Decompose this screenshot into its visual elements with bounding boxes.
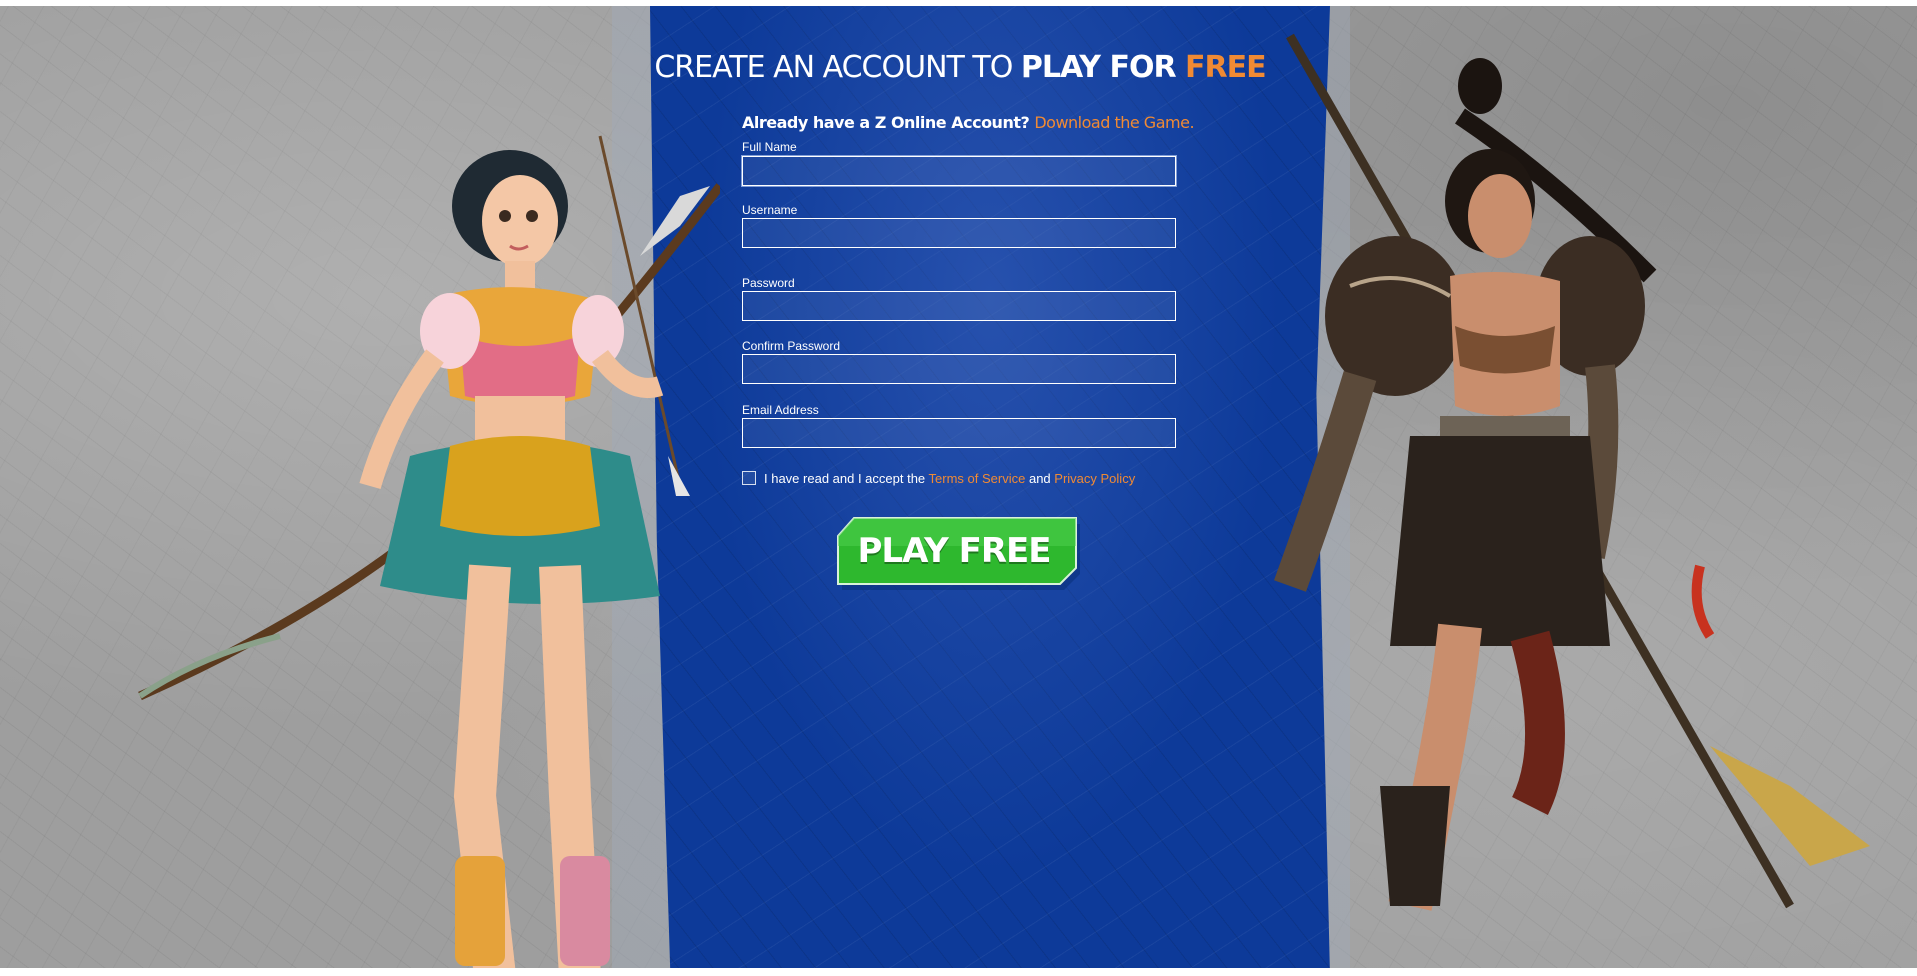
confirm-password-input[interactable] bbox=[742, 354, 1176, 384]
bottom-border bbox=[0, 968, 1917, 976]
username-input[interactable] bbox=[742, 218, 1176, 248]
play-free-label: PLAY FREE bbox=[857, 531, 1052, 571]
full-name-input[interactable] bbox=[742, 156, 1176, 186]
confirm-password-label: Confirm Password bbox=[742, 339, 841, 353]
password-input[interactable] bbox=[742, 291, 1176, 321]
terms-of-service-link[interactable]: Terms of Service bbox=[929, 471, 1026, 486]
archer-character-illustration bbox=[138, 135, 720, 976]
email-input[interactable] bbox=[742, 418, 1176, 448]
download-game-link[interactable]: Download the Game. bbox=[1034, 113, 1194, 132]
existing-account-prompt: Already have a Z Online Account? Downloa… bbox=[742, 113, 1195, 132]
full-name-label: Full Name bbox=[742, 140, 797, 154]
username-label: Username bbox=[742, 203, 798, 217]
terms-prefix: I have read and I accept the bbox=[764, 471, 929, 486]
email-label: Email Address bbox=[742, 403, 819, 417]
terms-statement: I have read and I accept the Terms of Se… bbox=[764, 471, 1135, 486]
existing-account-question: Already have a Z Online Account? bbox=[742, 113, 1035, 132]
title-part-2: PLAY FOR bbox=[1020, 50, 1186, 85]
title-accent-free: FREE bbox=[1185, 50, 1267, 85]
password-label: Password bbox=[742, 276, 795, 290]
page-title: CREATE AN ACCOUNT TO PLAY FOR FREE bbox=[650, 50, 1270, 85]
play-free-button[interactable]: PLAY FREE bbox=[836, 516, 1084, 594]
terms-checkbox[interactable] bbox=[742, 471, 756, 485]
terms-and: and bbox=[1025, 471, 1055, 486]
title-part-1: CREATE AN ACCOUNT TO bbox=[654, 50, 1021, 85]
background-stage: CREATE AN ACCOUNT TO PLAY FOR FREE Alrea… bbox=[0, 6, 1917, 976]
privacy-policy-link[interactable]: Privacy Policy bbox=[1054, 471, 1135, 486]
spear-warrior-character-illustration bbox=[1274, 33, 1870, 911]
